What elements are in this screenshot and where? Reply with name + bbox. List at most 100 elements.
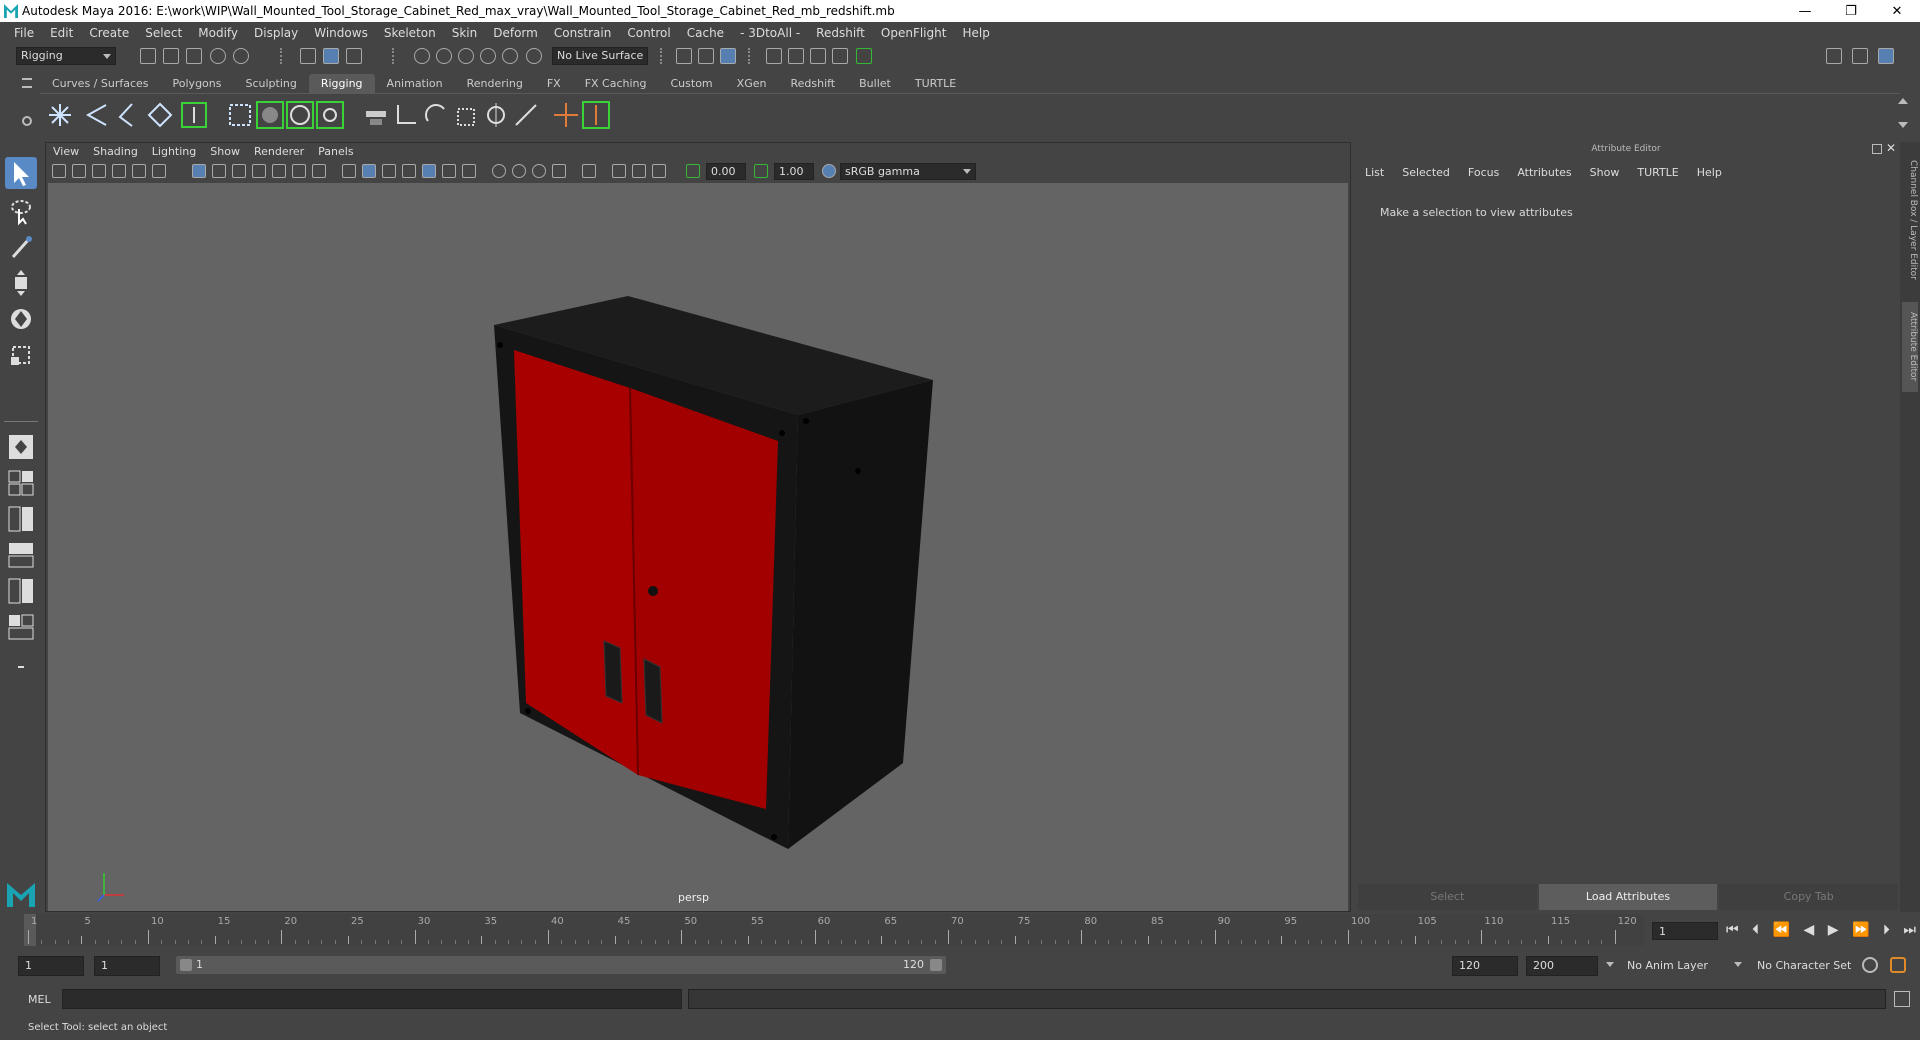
- tab-xgen[interactable]: XGen: [725, 74, 779, 93]
- time-slider[interactable]: 1 5 10 15 20 25 30 35 40 45 50 55 60 65 70 75 80 85 90 95 10…: [24, 914, 1644, 946]
- chevron-down-icon[interactable]: [1606, 962, 1614, 967]
- snap-point-icon[interactable]: [458, 48, 474, 64]
- ae-menu-show[interactable]: Show: [1581, 164, 1629, 182]
- go-to-end-icon[interactable]: ⏭: [1903, 922, 1916, 938]
- render-settings-icon[interactable]: [832, 48, 848, 64]
- snap-curve-icon[interactable]: [436, 48, 452, 64]
- smooth-shade-icon[interactable]: [362, 164, 376, 178]
- range-slider[interactable]: 1 120: [176, 956, 946, 974]
- viewport-menu-lighting[interactable]: Lighting: [145, 143, 203, 161]
- shelf-scroll-down-icon[interactable]: [1898, 122, 1908, 128]
- snap-live-icon[interactable]: [502, 48, 518, 64]
- viewport-menu-shading[interactable]: Shading: [86, 143, 145, 161]
- camera-select-icon[interactable]: [52, 164, 66, 178]
- menu-help[interactable]: Help: [954, 26, 997, 40]
- single-perspective-layout-icon[interactable]: [5, 431, 37, 463]
- play-forward-icon[interactable]: ▶: [1828, 922, 1839, 938]
- menu-skeleton[interactable]: Skeleton: [376, 26, 444, 40]
- exposure-icon[interactable]: [686, 164, 700, 178]
- menu-skin[interactable]: Skin: [444, 26, 486, 40]
- render-view-icon[interactable]: [766, 48, 782, 64]
- select-by-object-icon[interactable]: [323, 48, 339, 64]
- command-input[interactable]: [62, 989, 682, 1009]
- menu-modify[interactable]: Modify: [190, 26, 246, 40]
- step-back-key-icon[interactable]: ⏴: [1752, 922, 1759, 938]
- input-ops-icon[interactable]: [676, 48, 692, 64]
- skeleton-icon[interactable]: [180, 101, 208, 129]
- range-start-handle[interactable]: [180, 959, 192, 971]
- attribute-editor-toggle-icon[interactable]: [1852, 48, 1868, 64]
- persp-graph-layout-icon[interactable]: [5, 539, 37, 571]
- backface-icon[interactable]: [652, 164, 666, 178]
- color-space-dropdown[interactable]: sRGB gamma: [840, 163, 976, 180]
- cluster-icon[interactable]: [256, 101, 284, 129]
- rotate-tool-icon[interactable]: [5, 303, 37, 335]
- wireframe-icon[interactable]: [342, 164, 356, 178]
- menu-redshift[interactable]: Redshift: [808, 26, 873, 40]
- menu-display[interactable]: Display: [246, 26, 306, 40]
- menu-control[interactable]: Control: [619, 26, 678, 40]
- viewport-menu-renderer[interactable]: Renderer: [247, 143, 311, 161]
- menu-file[interactable]: File: [6, 26, 42, 40]
- command-language-label[interactable]: MEL: [28, 993, 51, 1006]
- end-time-field[interactable]: 120: [1452, 956, 1518, 976]
- select-by-hierarchy-icon[interactable]: [300, 48, 316, 64]
- magnet-icon[interactable]: [526, 48, 542, 64]
- scale-tool-icon[interactable]: [5, 339, 37, 371]
- use-lights-icon[interactable]: [442, 164, 456, 178]
- joint-tool-icon[interactable]: [46, 101, 74, 129]
- xray-icon[interactable]: [422, 164, 436, 178]
- ipr-render-icon[interactable]: [810, 48, 826, 64]
- menu-constrain[interactable]: Constrain: [546, 26, 620, 40]
- tab-curves-surfaces[interactable]: Curves / Surfaces: [40, 74, 161, 93]
- orient-constraint-icon[interactable]: [422, 101, 450, 129]
- tab-rendering[interactable]: Rendering: [455, 74, 535, 93]
- current-frame-field[interactable]: 1: [1652, 922, 1718, 940]
- tab-sculpting[interactable]: Sculpting: [233, 74, 308, 93]
- output-ops-icon[interactable]: [698, 48, 714, 64]
- construction-history-icon[interactable]: [720, 48, 736, 64]
- safe-action-icon[interactable]: [292, 164, 306, 178]
- xray-active-icon[interactable]: [632, 164, 646, 178]
- step-forward-key-icon[interactable]: ⏵: [1883, 922, 1890, 938]
- safe-title-icon[interactable]: [312, 164, 326, 178]
- go-to-start-icon[interactable]: ⏮: [1726, 922, 1739, 938]
- aim-constraint-icon[interactable]: [392, 101, 420, 129]
- hik-icon[interactable]: [582, 101, 610, 129]
- float-panel-icon[interactable]: [1872, 144, 1882, 154]
- ik-handle-icon[interactable]: [82, 101, 110, 129]
- lasso-tool-icon[interactable]: [5, 195, 37, 227]
- menu-openflight[interactable]: OpenFlight: [873, 26, 955, 40]
- menuset-dropdown[interactable]: Rigging: [16, 47, 116, 65]
- minimize-button[interactable]: —: [1782, 4, 1828, 19]
- viewport-menu-show[interactable]: Show: [203, 143, 247, 161]
- tab-fx-caching[interactable]: FX Caching: [573, 74, 659, 93]
- more-layouts-icon[interactable]: [5, 651, 37, 683]
- image-plane-icon[interactable]: [112, 164, 126, 178]
- isolate-select-icon[interactable]: [582, 164, 596, 178]
- tab-redshift[interactable]: Redshift: [778, 74, 847, 93]
- resolution-gate-icon[interactable]: [232, 164, 246, 178]
- anim-start-field[interactable]: 1: [94, 956, 160, 976]
- script-editor-icon[interactable]: [1894, 991, 1910, 1007]
- camera-attributes-icon[interactable]: [72, 164, 86, 178]
- start-time-field[interactable]: 1: [18, 956, 84, 976]
- hypershade-icon[interactable]: [856, 48, 872, 64]
- menu-3dtoall[interactable]: - 3DtoAll -: [732, 26, 808, 40]
- gamma-field[interactable]: 1.00: [774, 163, 814, 180]
- select-button[interactable]: Select: [1358, 884, 1537, 910]
- anti-aliasing-icon[interactable]: [532, 164, 546, 178]
- anim-end-field[interactable]: 200: [1526, 956, 1598, 976]
- select-by-component-icon[interactable]: [346, 48, 362, 64]
- parent-constraint-icon[interactable]: [482, 101, 510, 129]
- copy-tab-button[interactable]: Copy Tab: [1719, 884, 1899, 910]
- pole-vector-constraint-icon[interactable]: [512, 101, 540, 129]
- snap-view-plane-icon[interactable]: [480, 48, 496, 64]
- shelf-settings-icon[interactable]: [22, 116, 32, 126]
- ae-menu-focus[interactable]: Focus: [1459, 164, 1508, 182]
- tab-channel-box[interactable]: Channel Box / Layer Editor: [1902, 150, 1918, 290]
- scale-constraint-icon[interactable]: [452, 101, 480, 129]
- menu-cache[interactable]: Cache: [679, 26, 732, 40]
- animation-preferences-icon[interactable]: [1890, 957, 1906, 973]
- tab-polygons[interactable]: Polygons: [161, 74, 234, 93]
